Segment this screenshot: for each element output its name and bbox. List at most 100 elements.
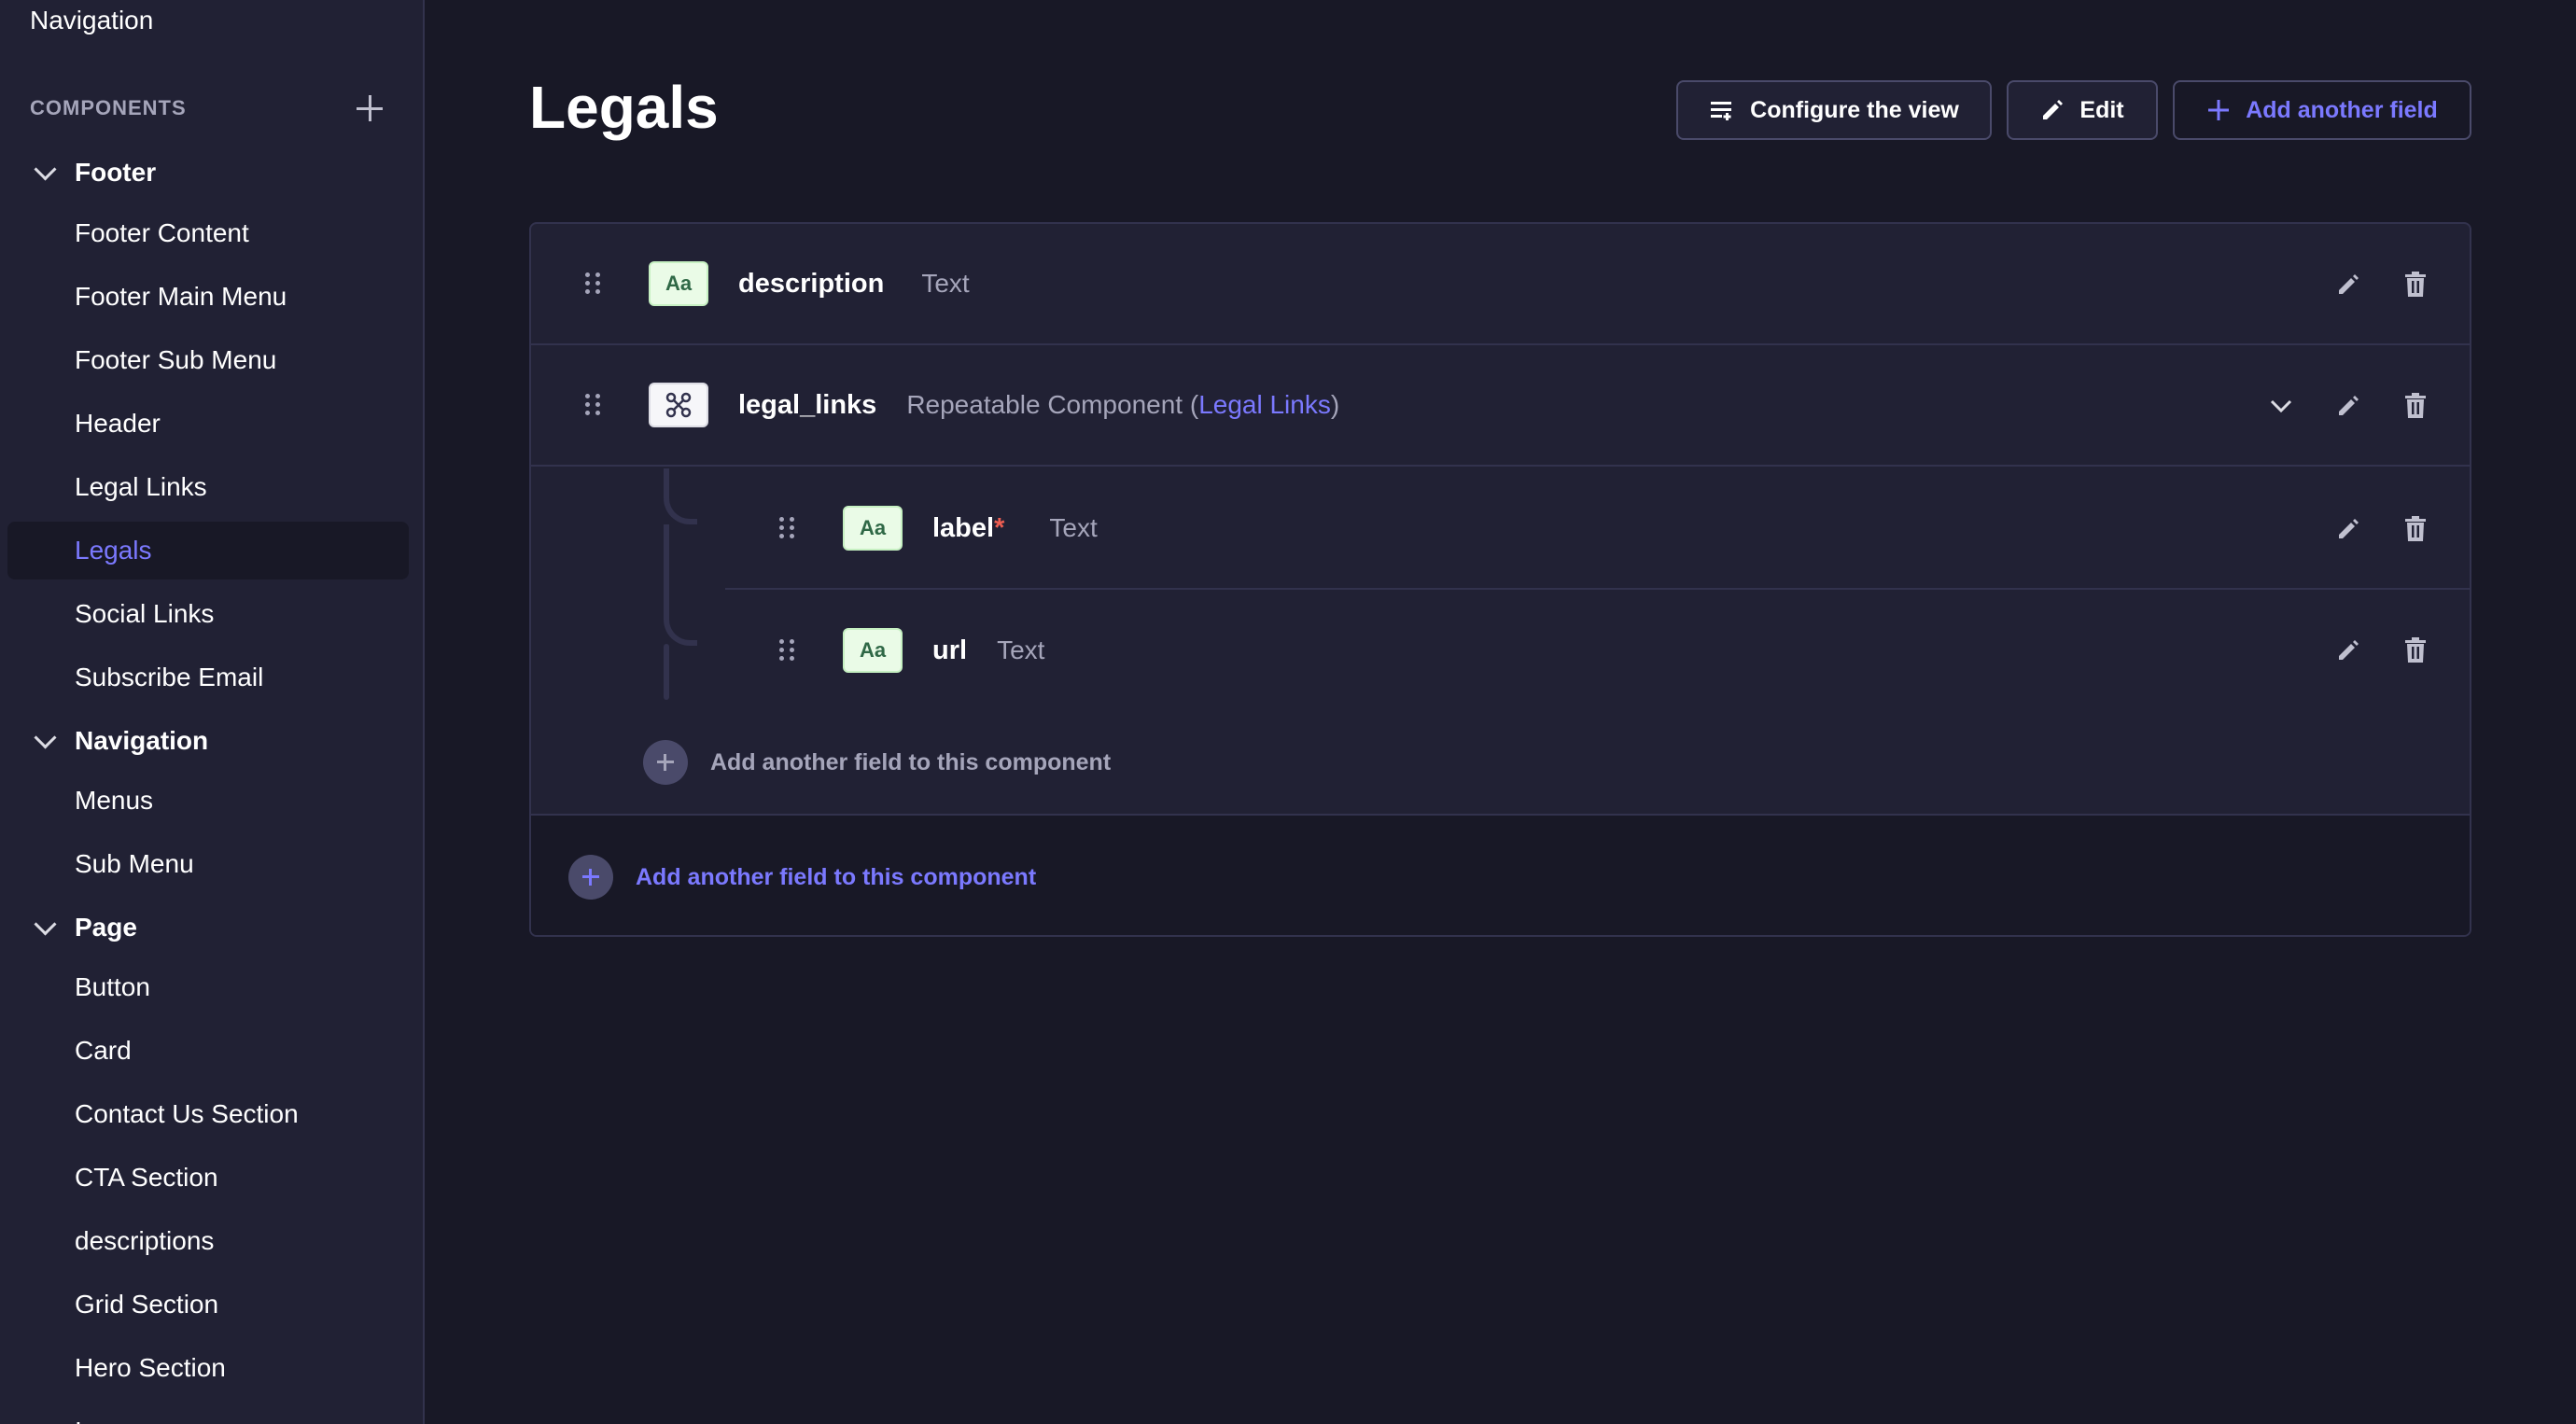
field-type-suffix: ) — [1330, 390, 1340, 419]
tree-connector-tail — [664, 644, 669, 700]
field-row-description: Aa description Text — [531, 224, 2470, 345]
group-label: Page — [75, 913, 137, 942]
sidebar-item-social-links[interactable]: Social Links — [7, 585, 409, 643]
sidebar-item-descriptions[interactable]: descriptions — [7, 1212, 409, 1270]
trash-icon[interactable] — [2402, 393, 2429, 419]
sidebar-item-sub-menu[interactable]: Sub Menu — [7, 835, 409, 893]
pencil-icon[interactable] — [2335, 516, 2361, 542]
group-label: Navigation — [75, 726, 209, 755]
drag-handle-icon[interactable] — [583, 393, 604, 417]
drag-handle-icon[interactable] — [583, 272, 604, 296]
plus-circle-icon — [568, 855, 613, 900]
text-type-icon: Aa — [843, 506, 903, 551]
configure-view-button[interactable]: Configure the view — [1676, 80, 1992, 140]
pencil-icon[interactable] — [2335, 393, 2361, 419]
sidebar-item-footer-content[interactable]: Footer Content — [7, 204, 409, 262]
sidebar-item-label: Footer Sub Menu — [75, 345, 277, 374]
sidebar-item-label: Card — [75, 1036, 132, 1065]
group-page[interactable]: Page — [7, 899, 409, 956]
field-actions — [2335, 468, 2429, 590]
configure-view-label: Configure the view — [1750, 96, 1959, 123]
pencil-icon[interactable] — [2335, 272, 2361, 298]
field-type-prefix: Repeatable Component ( — [906, 390, 1199, 419]
sidebar-item-label: Button — [75, 972, 150, 1001]
sidebar-item-hero-section[interactable]: Hero Section — [7, 1339, 409, 1397]
sidebar-item-label: Legals — [75, 536, 152, 565]
sidebar-item-card[interactable]: Card — [7, 1022, 409, 1080]
field-name: url — [932, 635, 968, 665]
add-field-outer-label: Add another field to this component — [636, 863, 1037, 890]
sidebar-item-button[interactable]: Button — [7, 958, 409, 1016]
sidebar-item-grid-section[interactable]: Grid Section — [7, 1276, 409, 1333]
field-row-label: Aa label* Text — [725, 468, 2470, 590]
field-row-legal-links: legal_links Repeatable Component (Legal … — [531, 345, 2470, 467]
tree-connector-url — [664, 524, 697, 646]
edit-label: Edit — [2079, 96, 2124, 123]
sidebar-item-footer-main-menu[interactable]: Footer Main Menu — [7, 268, 409, 326]
chevron-down-icon — [30, 913, 60, 942]
trash-icon[interactable] — [2402, 637, 2429, 663]
tree-connector-label — [664, 468, 697, 524]
field-actions — [2335, 224, 2429, 345]
plus-icon — [2208, 100, 2230, 120]
sidebar-item-label: descriptions — [75, 1226, 215, 1255]
sidebar-item-contact-us-section[interactable]: Contact Us Section — [7, 1085, 409, 1143]
add-component-plus-icon[interactable] — [355, 93, 385, 123]
sidebar-item-legals[interactable]: Legals — [7, 522, 409, 579]
field-name: legal_links — [738, 389, 877, 420]
sidebar-item-legal-links[interactable]: Legal Links — [7, 458, 409, 516]
text-type-icon: Aa — [843, 628, 903, 673]
group-footer[interactable]: Footer — [7, 144, 409, 202]
sidebar-item-label: Header — [75, 409, 161, 438]
sidebar-item-partial[interactable]: I — [7, 1403, 409, 1424]
pencil-icon[interactable] — [2335, 637, 2361, 663]
sidebar-item-label: Footer Content — [75, 218, 249, 247]
sidebar-item-label: Contact Us Section — [75, 1099, 299, 1128]
sidebar-item-header[interactable]: Header — [7, 395, 409, 453]
trash-icon[interactable] — [2402, 516, 2429, 542]
sidebar-item-label: Menus — [75, 786, 154, 815]
plus-circle-icon — [643, 740, 688, 785]
legal-links-component-link[interactable]: Legal Links — [1198, 390, 1331, 419]
components-header: COMPONENTS — [30, 93, 385, 123]
sidebar-item-label: Legal Links — [75, 472, 207, 501]
add-field-to-component-button[interactable]: Add another field to this component — [568, 855, 1036, 900]
pencil-icon — [2043, 100, 2064, 119]
field-name: label* — [932, 513, 1004, 544]
sidebar-item-label: Hero Section — [75, 1353, 226, 1382]
sidebar-item-cta-section[interactable]: CTA Section — [7, 1149, 409, 1207]
chevron-down-icon — [30, 726, 60, 756]
sidebar-item-label: CTA Section — [75, 1163, 218, 1192]
field-type: Repeatable Component (Legal Links) — [906, 390, 1339, 420]
group-navigation[interactable]: Navigation — [7, 712, 409, 770]
add-field-to-component-inner-button[interactable]: Add another field to this component — [643, 740, 1111, 785]
field-actions — [2268, 345, 2429, 467]
edit-button[interactable]: Edit — [2007, 80, 2158, 140]
sidebar-item-label: Footer Main Menu — [75, 282, 287, 311]
drag-handle-icon[interactable] — [777, 638, 798, 663]
add-field-inner-label: Add another field to this component — [710, 748, 1112, 775]
sidebar-item-navigation-top[interactable]: Navigation — [30, 6, 153, 35]
field-name: description — [738, 268, 885, 299]
add-another-field-button[interactable]: Add another field — [2173, 80, 2471, 140]
field-name-text: label — [932, 512, 995, 543]
card-footer: Add another field to this component — [531, 814, 2470, 935]
sidebar-item-label: Social Links — [75, 599, 215, 628]
drag-handle-icon[interactable] — [777, 516, 798, 540]
chevron-down-icon — [30, 158, 60, 188]
sidebar: Navigation COMPONENTS Footer Footer Cont… — [0, 0, 425, 1424]
text-type-icon: Aa — [649, 261, 708, 306]
sidebar-item-label: Sub Menu — [75, 849, 194, 878]
sidebar-item-label: Subscribe Email — [75, 663, 264, 691]
page-title: Legals — [529, 74, 719, 141]
sidebar-item-subscribe-email[interactable]: Subscribe Email — [7, 649, 409, 706]
component-icon — [649, 383, 708, 427]
field-type: Text — [921, 269, 970, 298]
group-label: Footer — [75, 158, 157, 187]
sidebar-item-menus[interactable]: Menus — [7, 772, 409, 830]
chevron-down-icon[interactable] — [2268, 393, 2294, 419]
sidebar-item-label: I — [7, 1417, 82, 1424]
trash-icon[interactable] — [2402, 272, 2429, 298]
sidebar-item-footer-sub-menu[interactable]: Footer Sub Menu — [7, 331, 409, 389]
field-actions — [2335, 590, 2429, 711]
